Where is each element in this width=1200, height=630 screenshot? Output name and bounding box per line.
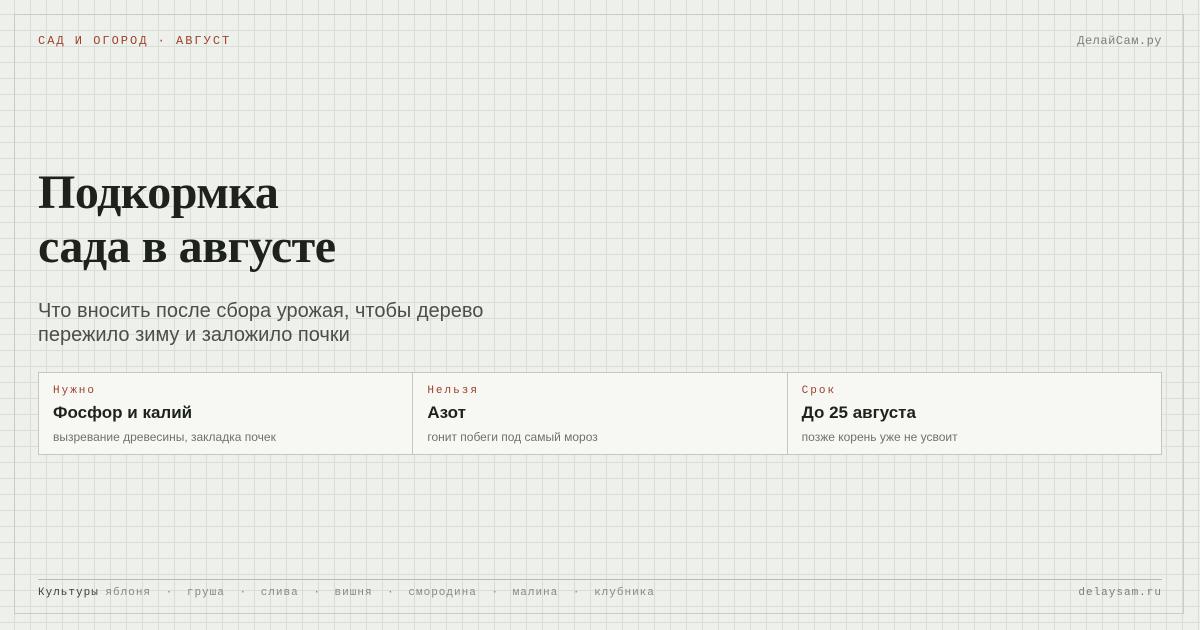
crop-item: малина [512,587,559,599]
footer-divider [38,579,1162,580]
crop-separator: · [165,587,173,599]
crops-label: Культуры [38,587,99,599]
footer: Культуры яблоня · груша · слива · вишня … [38,587,1162,599]
page-title: Подкормка сада в августе [38,166,638,274]
fact-note: вызревание древесины, закладка почек [53,430,276,444]
site-url[interactable]: delaysam.ru [1078,587,1162,599]
crop-item: груша [186,587,225,599]
facts-panel: Нужно Фосфор и калий вызревание древесин… [38,372,1162,455]
fact-title: До 25 августа [801,403,916,422]
crop-separator: · [572,587,580,599]
fact-card-need: Нужно Фосфор и калий вызревание древесин… [39,373,414,454]
fact-card-forbidden: Нельзя Азот гонит побеги под самый мороз [413,373,788,454]
crop-item: яблоня [105,587,152,599]
crop-separator: · [387,587,394,599]
fact-kicker: Нужно [53,385,97,397]
crop-separator: · [313,587,320,599]
title-line-1: Подкормка [38,166,279,219]
fact-card-deadline: Срок До 25 августа позже корень уже не у… [788,373,1161,454]
crop-item: слива [260,587,299,599]
title-line-2: сада в августе [38,220,336,273]
fact-title: Азот [427,403,466,422]
crops-list: Культуры яблоня · груша · слива · вишня … [38,587,655,599]
crop-item: смородина [408,587,477,599]
brand-name[interactable]: ДелайСам.ру [1077,34,1162,48]
fact-kicker: Нельзя [427,385,479,397]
fact-kicker: Срок [801,385,837,397]
fact-title: Фосфор и калий [53,403,193,422]
crop-separator: · [491,587,499,599]
crop-item: вишня [334,587,373,599]
crop-item: клубника [594,587,655,599]
crop-separator: · [239,587,247,599]
fact-note: гонит побеги под самый мороз [427,430,598,444]
top-line: САД И ОГОРОД · АВГУСТ ДелайСам.ру [38,34,1162,48]
section-label: САД И ОГОРОД · АВГУСТ [38,34,232,48]
subtitle: Что вносить после сбора урожая, чтобы де… [38,300,484,346]
fact-note: позже корень уже не усвоит [801,430,958,444]
